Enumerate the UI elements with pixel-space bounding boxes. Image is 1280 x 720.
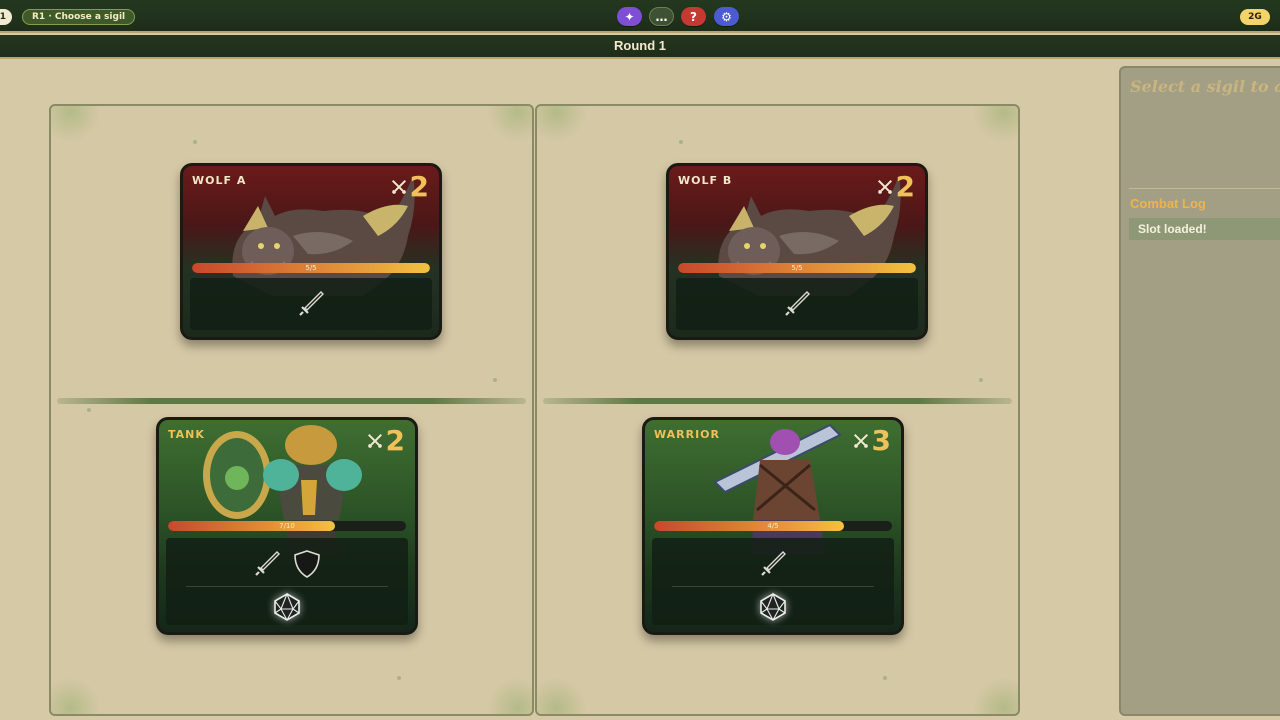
attack-value: 2 [385,424,405,457]
sword-icon[interactable] [295,288,327,320]
crossed-swords-icon [367,433,382,449]
lane-speck [397,676,401,680]
attack-value: 2 [409,170,429,203]
health-text: 4/5 [767,522,779,530]
lane-divider [543,398,1012,404]
sigil-panel [166,538,408,625]
card-name: WARRIOR [654,428,721,441]
sigil-panel [190,278,432,330]
lane-speck [883,676,887,680]
health-bar: 5/5 [678,263,916,273]
health-bar: 4/5 [654,521,892,531]
phase-indicator: R1 · Choose a sigil [22,9,136,25]
side-panel: Select a sigil to ac Combat Log Slot loa… [1119,66,1280,716]
top-bar: 1 R1 · Choose a sigil ✦ … ? ⚙ 2G [0,0,1280,33]
card-name: TANK [168,428,205,441]
attack-stat: 2 [390,172,429,202]
more-button[interactable]: … [649,7,674,26]
sigil-panel [652,538,894,625]
health-bar: 7/10 [168,521,406,531]
lane-speck [193,140,197,144]
settings-icon: ⚙ [721,9,732,24]
lane-speck [87,408,91,412]
help-button[interactable]: ? [681,7,706,26]
d20-dice-icon[interactable] [271,591,303,623]
card-wolf-b[interactable]: WOLF B 2 5/5 [666,163,928,340]
combat-log-entry: Slot loaded! [1129,218,1280,240]
card-wolf-a[interactable]: WOLF A 2 5/5 [180,163,442,340]
lane-speck [493,378,497,382]
round-title: Round 1 [0,35,1280,59]
d20-dice-icon[interactable] [757,591,789,623]
health-text: 7/10 [279,522,295,530]
side-separator [1129,188,1280,189]
card-name: WOLF A [192,174,247,187]
card-tank[interactable]: TANK 2 7/10 [156,417,418,635]
sword-icon[interactable] [757,548,789,580]
sword-icon[interactable] [781,288,813,320]
help-icon: ? [690,9,697,24]
sword-icon[interactable] [251,548,283,580]
shield-icon[interactable] [291,548,323,580]
lane-speck [679,140,683,144]
more-icon: … [655,9,668,24]
sparkle-icon: ✦ [624,9,635,24]
health-text: 5/5 [791,264,803,272]
attack-value: 3 [871,424,891,457]
card-warrior[interactable]: WARRIOR 3 4/5 [642,417,904,635]
lane-speck [979,378,983,382]
crossed-swords-icon [391,179,406,195]
sigil-panel [676,278,918,330]
settings-button[interactable]: ⚙ [714,7,739,26]
attack-stat: 3 [852,426,891,456]
lane-left: WOLF A 2 5/5 TANK 2 7/10 [49,104,534,716]
player-count-pill: 1 [0,9,12,25]
attack-stat: 2 [366,426,405,456]
crossed-swords-icon [853,433,868,449]
attack-stat: 2 [876,172,915,202]
gold-counter: 2G [1240,9,1270,25]
sparkle-button[interactable]: ✦ [617,7,642,26]
sigil-hint: Select a sigil to ac [1130,77,1280,96]
card-name: WOLF B [678,174,733,187]
health-text: 5/5 [305,264,317,272]
combat-log-title: Combat Log [1130,196,1206,211]
lane-right: WOLF B 2 5/5 WARRIOR 3 4/5 [535,104,1020,716]
crossed-swords-icon [877,179,892,195]
lane-divider [57,398,526,404]
health-bar: 5/5 [192,263,430,273]
attack-value: 2 [895,170,915,203]
